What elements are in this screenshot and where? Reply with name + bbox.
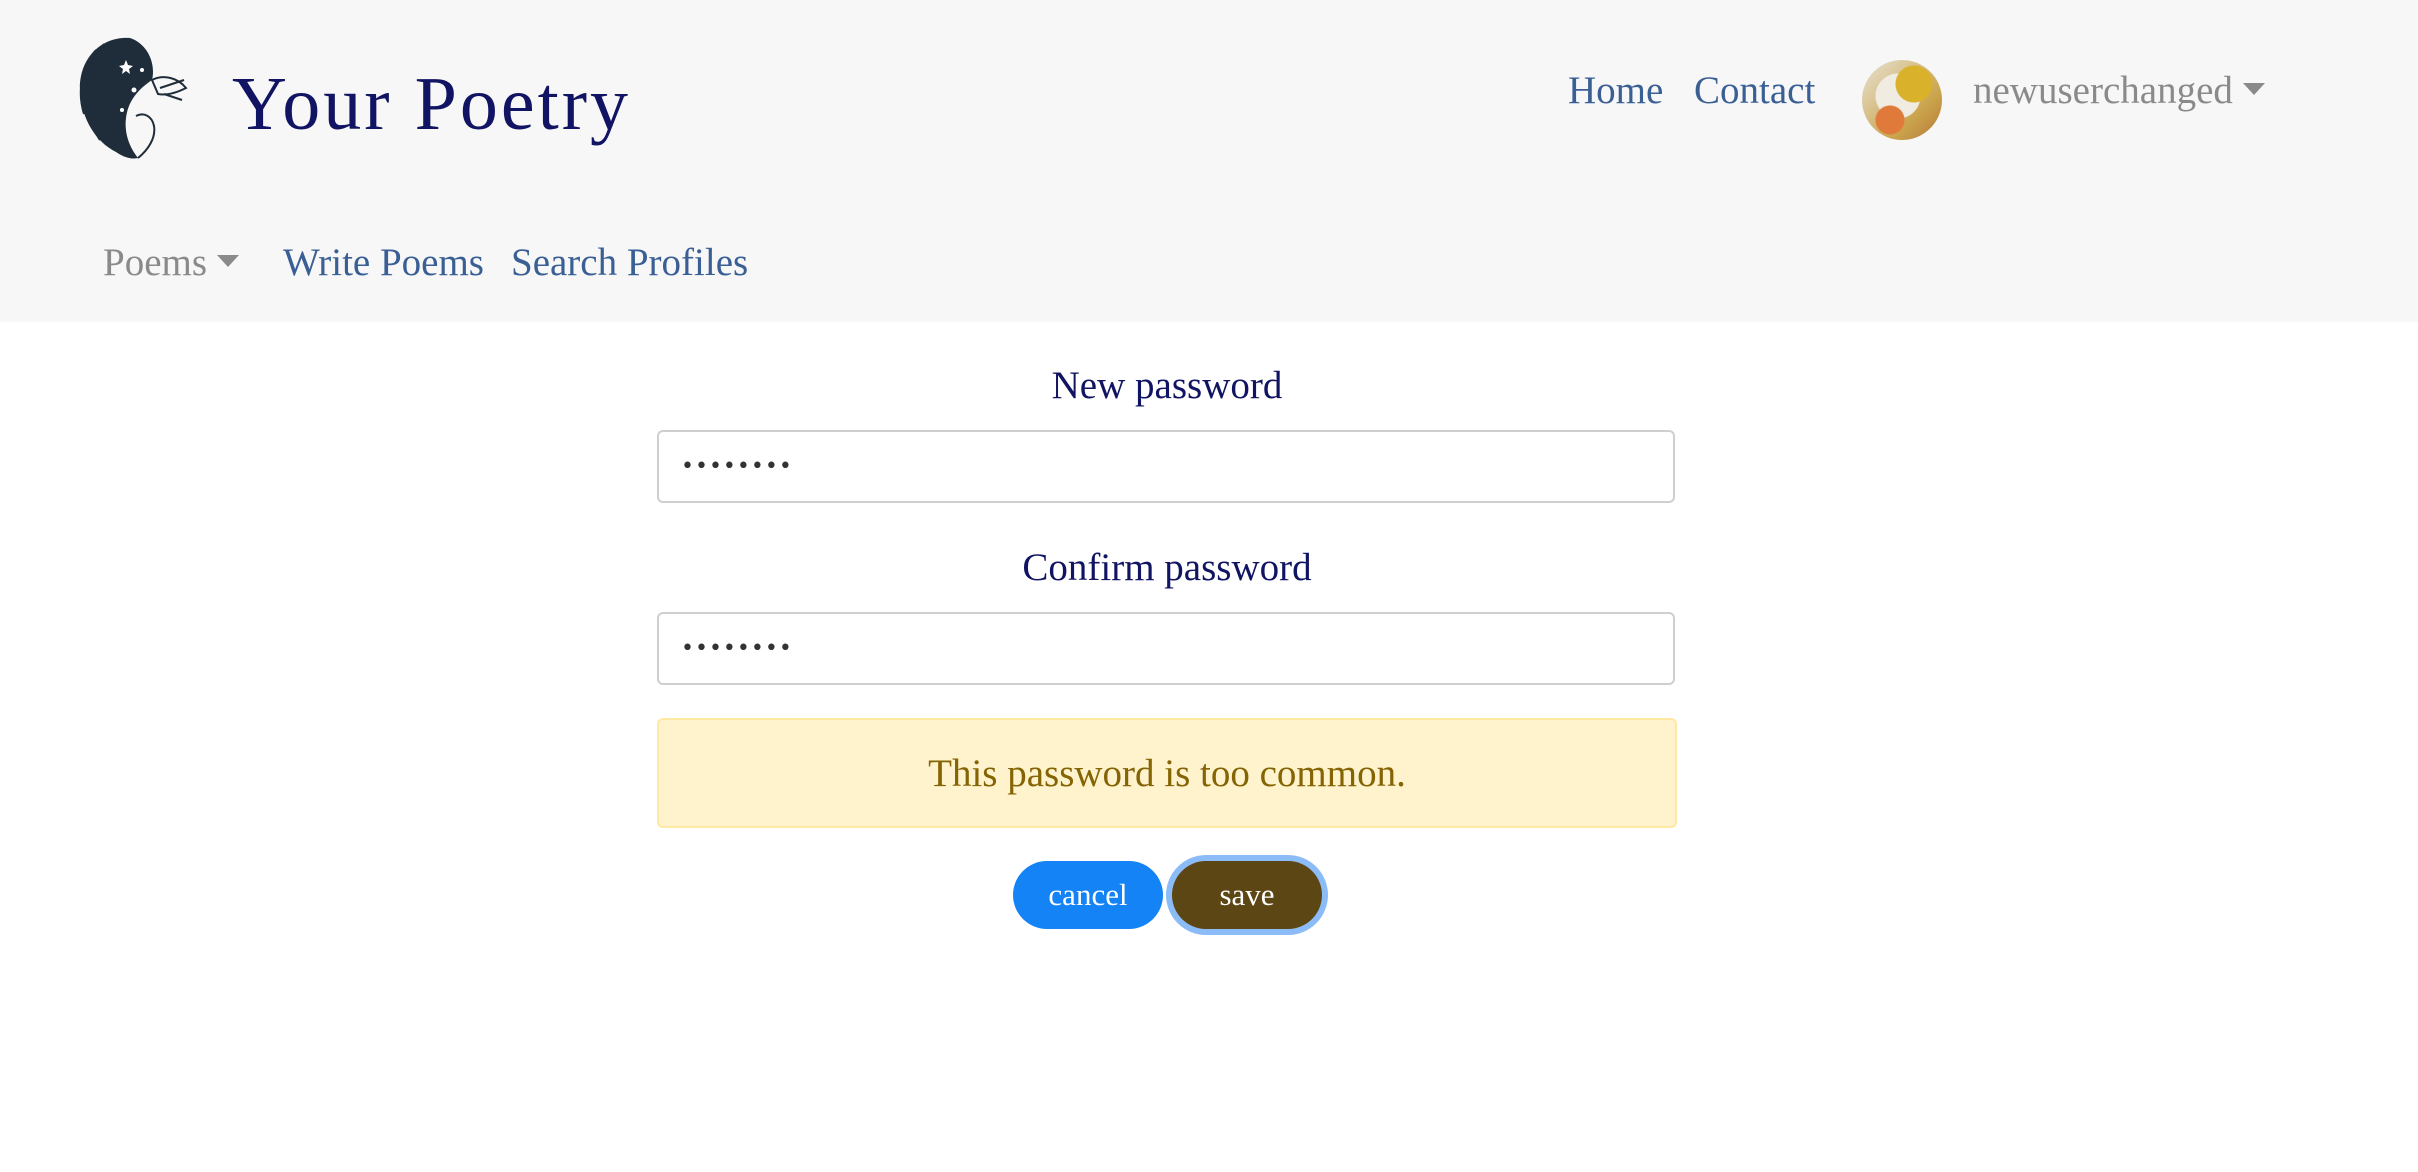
confirm-password-input[interactable] [657, 612, 1675, 685]
write-poems-link[interactable]: Write Poems [283, 243, 484, 282]
poems-dropdown-toggle[interactable]: Poems [103, 241, 240, 284]
alert-message: This password is too common. [928, 751, 1406, 795]
chevron-down-icon [2242, 83, 2265, 96]
new-password-input[interactable] [657, 430, 1675, 503]
nav-contact-link[interactable]: Contact [1694, 71, 1815, 110]
navbar: Your Poetry Home Contact newuserchanged … [0, 0, 2418, 322]
woman-face-logo-icon[interactable] [60, 30, 200, 165]
cancel-button[interactable]: cancel [1013, 861, 1163, 929]
brand-title[interactable]: Your Poetry [232, 66, 631, 142]
save-button[interactable]: save [1172, 861, 1322, 929]
chevron-down-icon [217, 255, 240, 268]
warning-alert: This password is too common. [657, 718, 1677, 828]
user-name: newuserchanged [1973, 69, 2233, 112]
nav-home-link[interactable]: Home [1568, 71, 1663, 110]
avatar[interactable] [1862, 60, 1942, 140]
poems-label: Poems [103, 241, 208, 284]
new-password-label: New password [1051, 364, 1283, 407]
search-profiles-link[interactable]: Search Profiles [511, 243, 748, 282]
confirm-password-label: Confirm password [1022, 546, 1312, 589]
user-menu-toggle[interactable]: newuserchanged [1973, 71, 2265, 110]
